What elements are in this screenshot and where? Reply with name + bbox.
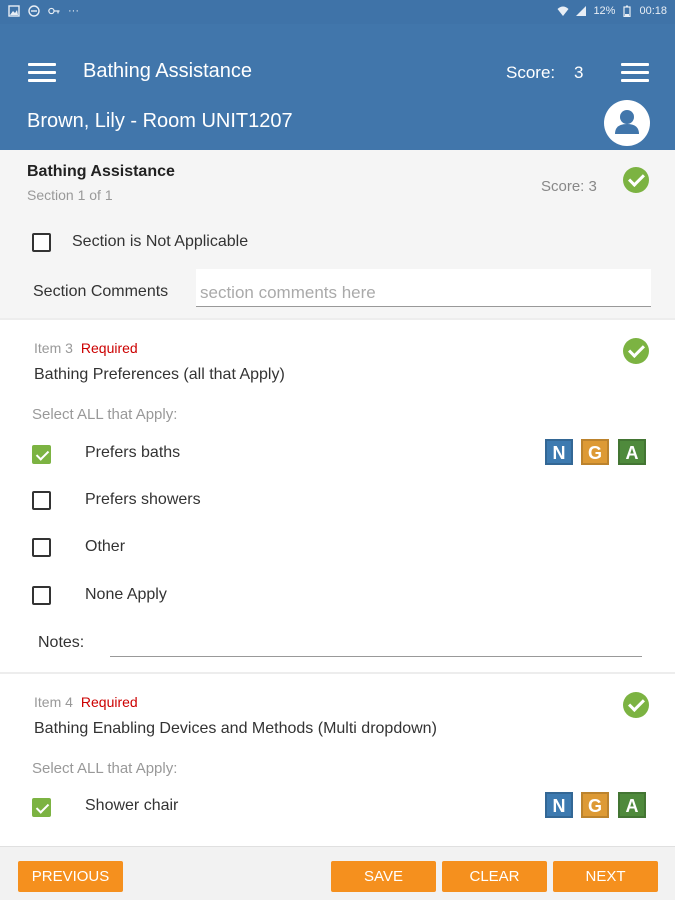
option-checkbox-prefers-showers[interactable] <box>32 491 51 510</box>
nga-a-button[interactable]: A <box>618 439 646 465</box>
item-question: Bathing Preferences (all that Apply) <box>34 366 285 383</box>
battery-icon <box>623 5 632 17</box>
option-checkbox-other[interactable] <box>32 538 51 557</box>
required-badge: Required <box>80 340 138 356</box>
header-score-label: Score: <box>506 63 556 82</box>
section-complete-check-icon <box>623 167 649 193</box>
clock: 00:18 <box>639 5 667 17</box>
select-all-hint: Select ALL that Apply: <box>32 406 178 423</box>
avatar[interactable] <box>604 100 650 146</box>
item-number: Item 4 <box>34 694 73 710</box>
nga-g-button[interactable]: G <box>581 439 609 465</box>
nga-g-button[interactable]: G <box>581 792 609 818</box>
item-meta: Item 3 Required <box>34 340 138 356</box>
app-header: Bathing Assistance Score: 3 Brown, Lily … <box>0 24 675 150</box>
previous-button[interactable]: PREVIOUS <box>18 861 123 892</box>
bottom-action-bar: PREVIOUS SAVE CLEAR NEXT <box>0 846 675 900</box>
page-title: Bathing Assistance <box>83 60 252 82</box>
section-comments-input[interactable]: section comments here <box>196 269 651 307</box>
option-label-none-apply: None Apply <box>85 586 167 603</box>
key-icon <box>48 7 60 15</box>
status-bar: ··· 12% 00:18 <box>0 0 675 24</box>
signal-icon <box>576 6 587 16</box>
options-menu-icon[interactable] <box>621 61 649 83</box>
option-label-prefers-baths: Prefers baths <box>85 444 181 461</box>
avatar-icon <box>615 110 639 134</box>
clear-button[interactable]: CLEAR <box>442 861 547 892</box>
do-not-disturb-icon <box>28 5 40 17</box>
section-not-applicable-label: Section is Not Applicable <box>72 233 249 250</box>
section-not-applicable-checkbox[interactable] <box>32 233 51 252</box>
wifi-icon <box>557 6 569 16</box>
header-score-value: 3 <box>574 63 584 82</box>
section-header: Bathing Assistance Section 1 of 1 Score:… <box>0 150 675 318</box>
battery-percent: 12% <box>593 5 616 17</box>
divider <box>0 672 675 674</box>
nav-menu-icon[interactable] <box>28 61 56 83</box>
option-label-other: Other <box>85 538 126 555</box>
divider <box>0 318 675 320</box>
next-button[interactable]: NEXT <box>553 861 658 892</box>
item-number: Item 3 <box>34 340 73 356</box>
nga-n-button[interactable]: N <box>545 439 573 465</box>
resident-name: Brown, Lily - Room UNIT1207 <box>27 110 293 132</box>
option-checkbox-shower-chair[interactable] <box>32 798 51 817</box>
nga-a-button[interactable]: A <box>618 792 646 818</box>
select-all-hint: Select ALL that Apply: <box>32 760 178 777</box>
option-checkbox-none-apply[interactable] <box>32 586 51 605</box>
section-subtitle: Section 1 of 1 <box>27 187 113 203</box>
item-complete-check-icon <box>623 692 649 718</box>
option-label-shower-chair: Shower chair <box>85 797 179 814</box>
section-name: Bathing Assistance <box>27 163 175 180</box>
required-badge: Required <box>80 694 138 710</box>
more-notifications: ··· <box>68 5 79 17</box>
notes-input[interactable] <box>110 656 642 657</box>
gallery-icon <box>8 5 20 17</box>
option-label-prefers-showers: Prefers showers <box>85 491 201 508</box>
nga-n-button[interactable]: N <box>545 792 573 818</box>
option-checkbox-prefers-baths[interactable] <box>32 445 51 464</box>
item-meta: Item 4 Required <box>34 694 138 710</box>
section-comments-label: Section Comments <box>33 283 169 300</box>
item-question: Bathing Enabling Devices and Methods (Mu… <box>34 720 437 737</box>
section-score: Score: 3 <box>541 178 597 195</box>
save-button[interactable]: SAVE <box>331 861 436 892</box>
item-complete-check-icon <box>623 338 649 364</box>
notes-label: Notes: <box>38 634 85 651</box>
